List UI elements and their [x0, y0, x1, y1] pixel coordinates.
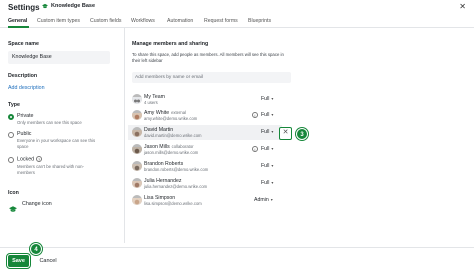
permission-value: Admin	[254, 197, 269, 203]
chevron-down-icon: ▾	[271, 96, 274, 101]
step-3-badge: 3	[296, 128, 308, 140]
save-button[interactable]: Save	[5, 252, 32, 270]
info-icon[interactable]: i	[252, 112, 258, 118]
avatar	[132, 127, 142, 137]
permission-select[interactable]: Full ▾	[261, 146, 273, 152]
tab-workflows[interactable]: Workflows	[131, 18, 155, 24]
chevron-down-icon: ▾	[271, 146, 274, 151]
column-divider	[124, 28, 125, 243]
graduation-cap-icon	[42, 3, 48, 9]
radio-private-label: Private	[17, 113, 34, 119]
tab-custom-fields[interactable]: Custom fields	[90, 18, 121, 24]
tab-general[interactable]: General	[8, 18, 27, 24]
radio-public-desc-line1: Everyone in your workspace can see this	[17, 138, 96, 143]
info-icon[interactable]: i	[252, 146, 258, 152]
radio-locked-label: Locked	[17, 156, 35, 163]
remove-member-button[interactable]: ✕	[279, 127, 292, 140]
members-section-title: Manage members and sharing	[132, 41, 209, 47]
member-row: Amy White external amy.white@demo.wrike.c…	[128, 108, 282, 123]
radio-public[interactable]	[8, 132, 14, 138]
tab-custom-item-types[interactable]: Custom item types	[37, 18, 80, 24]
add-members-input[interactable]: Add members by name or email	[132, 72, 291, 83]
member-email: brandon.roberts@demo.wrike.com	[144, 167, 209, 172]
chevron-down-icon: ▾	[271, 163, 274, 168]
icon-label: Icon	[8, 190, 19, 196]
avatar	[132, 195, 142, 205]
permission-value: Full	[261, 146, 270, 152]
chevron-down-icon: ▾	[271, 129, 274, 134]
type-label: Type	[8, 102, 20, 108]
member-role: collaborator	[171, 144, 194, 149]
radio-locked-desc-line2: members	[17, 170, 35, 175]
dialog-header: Settings Knowledge Base ✕	[0, 0, 474, 16]
chevron-down-icon: ▾	[270, 197, 273, 202]
permission-select[interactable]: Full ▾	[261, 129, 273, 135]
cancel-button[interactable]: Cancel	[38, 255, 58, 267]
close-icon: ✕	[282, 129, 289, 136]
radio-locked-row: Locked?	[17, 156, 43, 163]
permission-select[interactable]: Full ▾	[261, 96, 273, 102]
add-description-link[interactable]: Add description	[8, 85, 45, 91]
member-email: julia.hernandez@demo.wrike.com	[144, 184, 208, 189]
member-row: Julia Hernandez julia.hernandez@demo.wri…	[128, 176, 282, 191]
member-email: david.martin@demo.wrike.com	[144, 133, 202, 138]
change-icon-link[interactable]: Change icon	[22, 201, 52, 207]
radio-private-desc: Only members can see this space	[17, 120, 82, 125]
general-settings-panel: Space name Knowledge Base Description Ad…	[8, 28, 123, 243]
permission-value: Full	[261, 180, 270, 186]
space-badge-name: Knowledge Base	[51, 3, 96, 9]
radio-public-label: Public	[17, 131, 32, 137]
member-row: Lisa Simpson lisa.simpson@demo.wrike.com…	[128, 193, 282, 208]
tab-request-forms[interactable]: Request forms	[204, 18, 238, 24]
permission-select[interactable]: Full ▾	[261, 112, 273, 118]
member-email: lisa.simpson@demo.wrike.com	[144, 201, 202, 206]
avatar	[132, 110, 142, 120]
permission-value: Full	[261, 96, 270, 102]
graduation-cap-icon	[9, 200, 17, 212]
tab-automation[interactable]: Automation	[167, 18, 193, 24]
member-role: external	[171, 110, 186, 115]
member-row: David Martin david.martin@demo.wrike.com…	[128, 125, 282, 140]
step-4-badge: 4	[30, 243, 42, 255]
space-name-label: Space name	[8, 41, 39, 47]
permission-select[interactable]: Full ▾	[261, 180, 273, 186]
avatar	[132, 178, 142, 188]
permission-value: Full	[261, 163, 270, 169]
chevron-down-icon: ▾	[271, 180, 274, 185]
members-description: To share this space, add people as membe…	[132, 52, 284, 63]
permission-select[interactable]: Admin ▾	[254, 197, 273, 203]
avatar	[132, 144, 142, 154]
team-avatar	[132, 94, 142, 104]
chevron-down-icon: ▾	[271, 112, 274, 117]
tab-blueprints[interactable]: Blueprints	[248, 18, 271, 24]
members-panel: Manage members and sharing To share this…	[128, 28, 297, 243]
member-email: amy.white@demo.wrike.com	[144, 116, 198, 121]
permission-select[interactable]: Full ▾	[261, 163, 273, 169]
member-email: jason.mills@demo.wrike.com	[144, 150, 199, 155]
radio-locked[interactable]	[8, 157, 14, 163]
permission-value: Full	[261, 129, 270, 135]
space-badge: Knowledge Base	[42, 3, 95, 9]
dialog-footer	[0, 247, 474, 271]
info-icon[interactable]: ?	[36, 156, 43, 162]
member-subtitle: 4 users	[144, 100, 158, 105]
member-row: Jason Mills collaborator jason.mills@demo…	[128, 142, 282, 157]
description-label: Description	[8, 73, 38, 79]
avatar	[132, 161, 142, 171]
settings-tabs: General Custom item types Custom fields …	[0, 17, 474, 28]
radio-private[interactable]	[8, 114, 14, 120]
close-icon[interactable]: ✕	[459, 2, 466, 12]
dialog-title: Settings	[8, 3, 40, 12]
member-row: My Team 4 users Full ▾	[128, 92, 282, 107]
permission-value: Full	[261, 112, 270, 118]
space-name-input[interactable]: Knowledge Base	[8, 51, 110, 64]
member-row: Brandon Roberts brandon.roberts@demo.wri…	[128, 159, 282, 174]
radio-public-desc-line2: space	[17, 144, 29, 149]
